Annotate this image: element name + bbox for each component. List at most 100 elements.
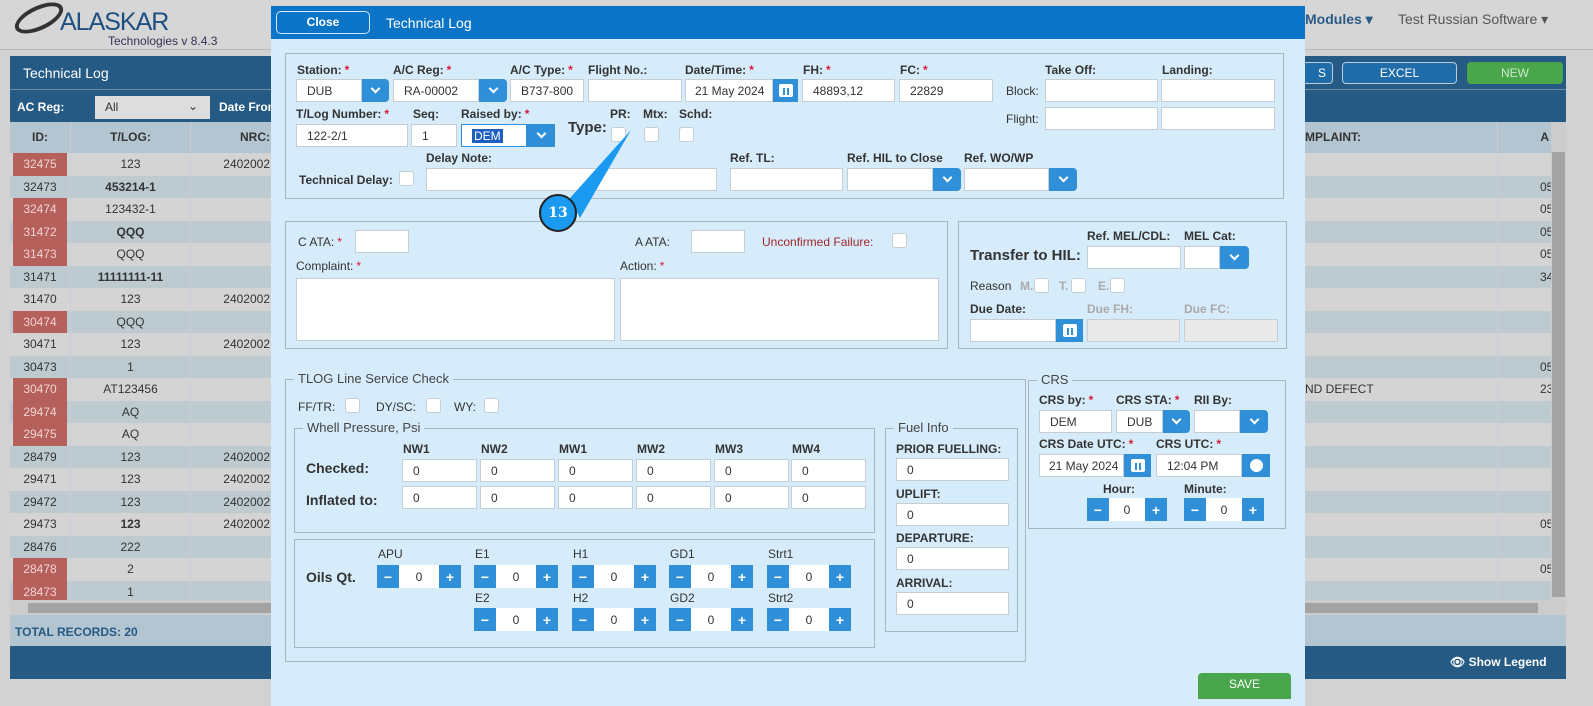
flight-landing-input[interactable] (1161, 107, 1275, 130)
raised-by-select[interactable]: DEM (461, 124, 527, 147)
minus-button[interactable]: − (669, 565, 691, 588)
oil-gd2-stepper[interactable]: −0 + (669, 608, 753, 631)
wheel-checked-mw4-input[interactable]: 0 (791, 459, 866, 482)
fuel-input[interactable]: 0 (896, 502, 1009, 526)
flight-takeoff-input[interactable] (1045, 107, 1158, 130)
wheel-inflated-mw1-input[interactable]: 0 (558, 486, 633, 509)
schd-checkbox[interactable] (679, 127, 694, 142)
ref-hil-select[interactable] (847, 168, 933, 191)
wheel-checked-mw2-input[interactable]: 0 (636, 459, 711, 482)
col-complaint[interactable]: MPLAINT: (1305, 122, 1455, 153)
row-id[interactable]: 30471 (13, 333, 67, 356)
row-id[interactable]: 31470 (13, 288, 67, 311)
datetime-input[interactable]: 21 May 2024 (685, 79, 773, 102)
rii-by-select[interactable] (1194, 410, 1240, 433)
reason-m-checkbox[interactable] (1034, 278, 1049, 293)
row-id[interactable]: 28476 (13, 536, 67, 559)
minus-button[interactable]: − (474, 608, 496, 631)
dysc-checkbox[interactable] (426, 398, 441, 413)
ac-type-input[interactable]: B737-800 (510, 79, 584, 102)
minus-button[interactable]: − (1184, 498, 1206, 521)
seq-input[interactable]: 1 (411, 124, 457, 147)
reason-t-checkbox[interactable] (1071, 278, 1086, 293)
row-id[interactable]: 32475 (13, 153, 67, 176)
excel-button[interactable]: EXCEL (1342, 62, 1457, 84)
plus-button[interactable]: + (1242, 498, 1264, 521)
block-takeoff-input[interactable] (1045, 79, 1158, 102)
c-ata-input[interactable] (355, 230, 409, 253)
fuel-input[interactable]: 0 (896, 591, 1009, 615)
oil-h1-value[interactable]: 0 (594, 565, 634, 588)
row-id[interactable]: 28479 (13, 446, 67, 469)
oil-h2-stepper[interactable]: −0 + (572, 608, 656, 631)
plus-button[interactable]: + (829, 608, 851, 631)
row-id[interactable]: 31473 (13, 243, 67, 266)
wheel-inflated-mw2-input[interactable]: 0 (636, 486, 711, 509)
row-id[interactable]: 29472 (13, 491, 67, 514)
row-id[interactable]: 28478 (13, 558, 67, 581)
mel-cat-select[interactable] (1184, 246, 1220, 269)
close-button[interactable]: Close (276, 11, 370, 34)
flight-no-input[interactable] (588, 79, 682, 102)
fftr-checkbox[interactable] (345, 398, 360, 413)
crs-by-input[interactable]: DEM (1039, 410, 1112, 433)
crs-utc-input[interactable]: 12:04 PM (1156, 454, 1242, 477)
wheel-inflated-mw4-input[interactable]: 0 (791, 486, 866, 509)
plus-button[interactable]: + (536, 608, 558, 631)
row-id[interactable]: 30474 (13, 310, 67, 334)
ref-hil-dropdown-button[interactable] (933, 168, 961, 191)
minus-button[interactable]: − (1087, 498, 1109, 521)
show-legend-button[interactable]: 👁 Show Legend (1450, 655, 1547, 669)
plus-button[interactable]: + (634, 608, 656, 631)
calendar-button[interactable] (773, 79, 798, 102)
minute-value[interactable]: 0 (1206, 498, 1242, 521)
row-id[interactable]: 29474 (13, 400, 67, 424)
oil-e1-value[interactable]: 0 (496, 565, 536, 588)
wheel-checked-mw1-input[interactable]: 0 (558, 459, 633, 482)
oil-gd2-value[interactable]: 0 (691, 608, 731, 631)
new-button[interactable]: NEW (1467, 62, 1563, 84)
rii-by-dropdown-button[interactable] (1240, 410, 1268, 433)
oil-e2-value[interactable]: 0 (496, 608, 536, 631)
station-select[interactable]: DUB (296, 79, 362, 102)
minus-button[interactable]: − (767, 565, 789, 588)
row-id[interactable]: 30473 (13, 356, 67, 379)
fc-input[interactable]: 22829 (899, 79, 993, 102)
oil-e2-stepper[interactable]: −0 + (474, 608, 558, 631)
row-id[interactable]: 29475 (13, 423, 67, 446)
wheel-checked-nw2-input[interactable]: 0 (480, 459, 555, 482)
oil-apu-stepper[interactable]: −0 + (377, 565, 461, 588)
oil-h2-value[interactable]: 0 (594, 608, 634, 631)
crs-date-calendar-button[interactable] (1124, 454, 1151, 477)
due-date-calendar-button[interactable] (1056, 319, 1083, 342)
mel-cat-dropdown-button[interactable] (1220, 246, 1249, 269)
ac-reg-dropdown-button[interactable] (479, 79, 507, 102)
oil-strt1-value[interactable]: 0 (789, 565, 829, 588)
col-tlog[interactable]: T/LOG: (70, 122, 190, 153)
hour-stepper[interactable]: −0 + (1087, 498, 1167, 521)
col-nrc[interactable]: NRC: (190, 122, 270, 153)
plus-button[interactable]: + (634, 565, 656, 588)
oil-gd1-value[interactable]: 0 (691, 565, 731, 588)
hour-value[interactable]: 0 (1109, 498, 1145, 521)
row-id[interactable]: 31472 (13, 220, 67, 244)
a-ata-input[interactable] (691, 230, 745, 253)
reason-e-checkbox[interactable] (1110, 278, 1125, 293)
crs-sta-dropdown-button[interactable] (1163, 410, 1190, 433)
technical-delay-checkbox[interactable] (399, 171, 414, 186)
due-date-input[interactable] (970, 319, 1056, 342)
ref-mel-input[interactable] (1087, 246, 1181, 269)
ac-reg-select[interactable]: RA-00002 (393, 79, 479, 102)
ref-tl-input[interactable] (730, 168, 843, 191)
row-id[interactable]: 32474 (13, 198, 67, 221)
row-id[interactable]: 30470 (13, 378, 67, 401)
row-id[interactable]: 29473 (13, 513, 67, 536)
tlog-number-input[interactable]: 122-2/1 (296, 124, 408, 147)
plus-button[interactable]: + (731, 565, 753, 588)
minus-button[interactable]: − (572, 608, 594, 631)
row-id[interactable]: 31471 (13, 266, 67, 289)
minute-stepper[interactable]: −0 + (1184, 498, 1264, 521)
nav-modules[interactable]: Modules ▾ (1305, 11, 1373, 28)
crs-date-input[interactable]: 21 May 2024 (1039, 454, 1124, 477)
ac-reg-filter-select[interactable]: All ⌄ (95, 96, 210, 119)
